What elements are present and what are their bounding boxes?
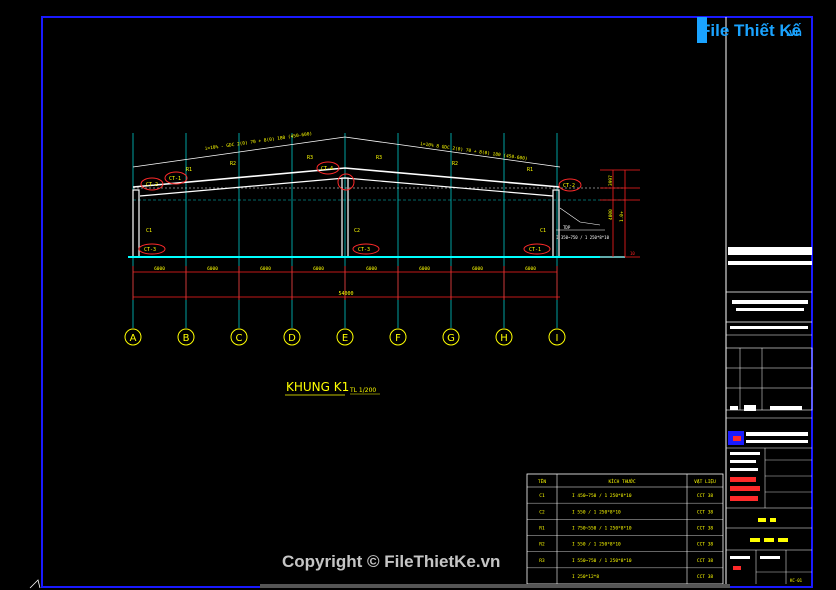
materials-table: TÊN KÍCH THƯỚC VẬT LIỆU C1 I 450~750 / 1 … — [526, 473, 724, 585]
cad-drawing-canvas: File Thiết Kế .vn CT-2 CT-1 CT-4 CT-2 CT… — [0, 0, 836, 590]
section-tag: CT-2 — [563, 183, 575, 189]
title-block-bar — [732, 300, 808, 304]
grid-axis-label: G — [447, 333, 455, 344]
title-block-yellow-mark — [778, 538, 788, 542]
title-block-bar — [730, 460, 756, 463]
drawing-title: KHUNG K1 — [286, 380, 349, 394]
rafter-label: R3 — [376, 155, 382, 161]
table-cell-material: CCT 38 — [697, 542, 714, 548]
section-tag: CT-3 — [144, 247, 156, 253]
table-cell-size: I 550 / 1 250*8*10 — [572, 509, 621, 515]
grid-axis-label: A — [130, 333, 137, 344]
sheet-code: KC-01 — [790, 578, 803, 583]
grid-axis-label: B — [183, 333, 190, 344]
bay-dim-text: 6000 — [525, 266, 536, 272]
title-block-mark — [770, 406, 802, 410]
column-label: C1 — [540, 228, 546, 234]
dim-text: 4000 — [608, 209, 614, 220]
company-logo-accent — [733, 436, 741, 441]
title-block-bar — [730, 326, 808, 329]
drawing-scale: TL 1/200 — [349, 387, 376, 394]
logo-domain: .vn — [786, 27, 802, 39]
title-block-bar — [730, 556, 750, 559]
table-cell-material: CCT 38 — [697, 558, 714, 564]
table-cell-name: C1 — [539, 493, 545, 499]
title-block-bar — [760, 556, 780, 559]
watermark-logo: File Thiết Kế .vn — [697, 17, 802, 43]
title-block-yellow-mark — [764, 538, 774, 542]
section-tag: CT-2 — [146, 182, 158, 188]
grid-axis-label: E — [342, 333, 348, 344]
section-tag: CT-1 — [169, 176, 181, 182]
title-block-mark — [730, 406, 738, 410]
table-cell-name: R2 — [539, 542, 545, 548]
dim-text: 3997 — [608, 175, 614, 186]
section-tag: CT-3 — [358, 247, 370, 253]
title-block-mark — [744, 405, 756, 411]
bottom-strip — [260, 584, 730, 588]
table-cell-material: CCT 38 — [697, 493, 714, 499]
table-cell-size: I 550~750 / 1 250*8*10 — [572, 558, 632, 564]
title-block-bar — [730, 452, 760, 455]
title-block-yellow-mark — [770, 518, 776, 522]
title-block-bar — [746, 440, 808, 443]
table-cell-name: R3 — [539, 558, 545, 564]
dim-text: 10 — [630, 251, 635, 256]
title-block-yellow-mark — [758, 518, 766, 522]
title-block-bar — [746, 432, 808, 436]
title-block-red-bar — [733, 566, 741, 570]
total-span: 54000 — [338, 291, 353, 297]
leader-note: TDP — [563, 225, 571, 230]
bay-dim-text: 6000 — [313, 266, 324, 272]
rafter-label: R2 — [230, 161, 236, 167]
title-block-bar — [728, 261, 812, 265]
table-cell-name: R1 — [539, 525, 545, 531]
grid-axis-label: D — [288, 333, 296, 344]
table-cell-material: CCT 38 — [697, 574, 714, 580]
dim-text: 1.0+ — [619, 211, 625, 222]
bay-dim-text: 6000 — [366, 266, 377, 272]
rafter-label: R3 — [307, 155, 313, 161]
table-cell-material: CCT 38 — [697, 509, 714, 515]
rafter-label: R2 — [452, 161, 458, 167]
grid-axis-label: C — [236, 333, 243, 344]
bay-dim-text: 6000 — [207, 266, 218, 272]
table-cell-size: I 550 / 1 250*8*10 — [572, 542, 621, 548]
bay-dim-text: 6000 — [260, 266, 271, 272]
table-cell-name: C2 — [539, 509, 545, 515]
rafter-label: R1 — [186, 167, 192, 173]
title-block-bar — [728, 247, 812, 255]
leader-note-detail: I 350~750 / 1 250*8*10 — [556, 235, 610, 240]
table-cell-size: I 250*12*8 — [572, 574, 599, 580]
title-block-bar — [730, 468, 758, 471]
title-block-red-bar — [730, 496, 758, 501]
table-cell-size: I 750~550 / 1 250*8*10 — [572, 525, 632, 531]
rafter-label: R1 — [527, 167, 533, 173]
table-cell-material: CCT 38 — [697, 525, 714, 531]
grid-axis-label: I — [556, 333, 559, 344]
bay-dim-text: 6000 — [472, 266, 483, 272]
section-tag: CT-4 — [321, 166, 333, 172]
bay-dim-text: 6000 — [154, 266, 165, 272]
title-block-red-bar — [730, 486, 760, 491]
title-block-yellow-mark — [750, 538, 760, 542]
column-label: C1 — [146, 228, 152, 234]
table-cell-size: I 450~750 / 1 250*8*10 — [572, 493, 632, 499]
title-block-bar — [736, 308, 804, 311]
title-block-red-bar — [730, 477, 756, 482]
bay-dim-text: 6000 — [419, 266, 430, 272]
watermark-copyright: Copyright © FileThietKe.vn — [282, 552, 500, 571]
grid-axis-label: H — [500, 333, 508, 344]
grid-axis-label: F — [395, 333, 401, 344]
column-label: C2 — [354, 228, 360, 234]
section-tag: CT-1 — [529, 247, 541, 253]
